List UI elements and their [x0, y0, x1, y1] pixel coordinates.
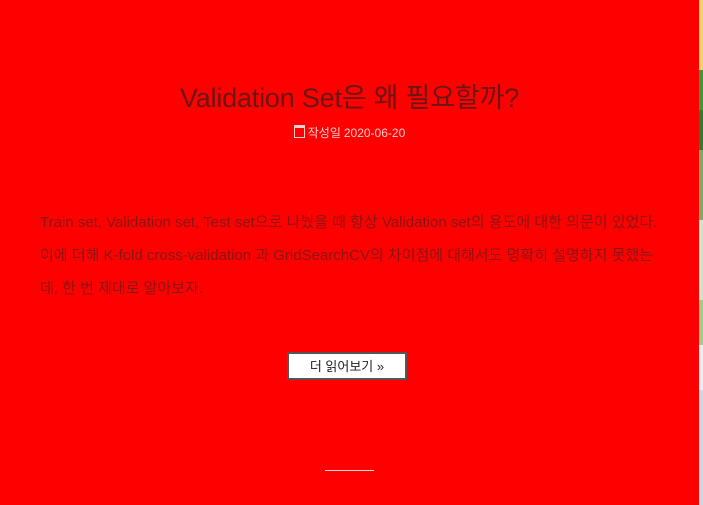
post-excerpt: Train set, Validation set, Test set으로 나눴… [40, 214, 658, 297]
read-more-button[interactable]: 더 읽어보기 » [287, 352, 407, 380]
post-date: 2020-06-20 [343, 126, 406, 140]
post-title[interactable]: Validation Set은 왜 필요할까? [0, 76, 699, 115]
calendar-icon [293, 125, 305, 138]
post-meta: 작성일 2020-06-20 [0, 124, 699, 141]
post-divider [325, 470, 374, 471]
background-image-edge [699, 0, 703, 505]
page: Validation Set은 왜 필요할까? 작성일 2020-06-20 Tr… [0, 0, 703, 505]
post-date-label: 작성일 [307, 126, 341, 140]
post-card: Validation Set은 왜 필요할까? 작성일 2020-06-20 Tr… [0, 0, 699, 505]
